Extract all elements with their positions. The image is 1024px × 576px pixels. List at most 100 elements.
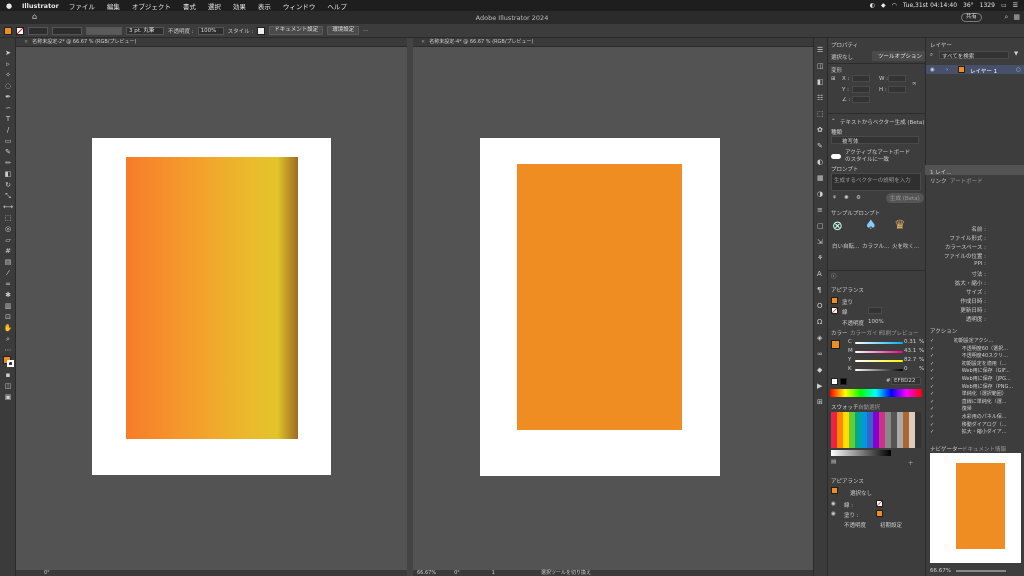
actions-icon[interactable]: ▶ [817,382,822,390]
screen-mode-icon[interactable]: ▣ [3,392,13,402]
auto-select-tab[interactable]: 自動選択 [858,403,880,411]
h-field[interactable] [888,86,906,93]
stroke-color-box[interactable] [7,360,14,367]
stroke-dropdown[interactable] [28,26,48,35]
layers-tab[interactable]: レイヤー [930,41,952,49]
edit-toolbar-icon[interactable]: ⋯ [3,345,13,355]
c-value[interactable]: 0.31 [904,339,916,345]
line-tool-icon[interactable]: / [3,125,13,135]
w-field[interactable] [888,75,906,82]
gray-swatches[interactable] [831,450,891,456]
opentype-icon[interactable]: O [817,302,823,310]
expand-icon[interactable]: › [946,67,948,73]
status-icon[interactable]: ◐ [870,2,875,9]
check-icon[interactable]: ✓ [930,414,936,420]
color-mode-icon[interactable]: ▪ [3,370,13,380]
zoom-field[interactable]: 66.67% [417,570,436,576]
sample-3-label[interactable]: 火を吹く... [892,242,919,250]
stroke-swatch[interactable] [16,26,24,35]
layers-search-input[interactable]: すべてを検索 [939,51,1009,60]
action-item[interactable]: ✓ 拡大・縮小ダイア... [930,428,1007,435]
bicycle-icon[interactable]: ⊗ [832,219,843,234]
x-field[interactable] [852,75,870,82]
paintbrush-icon[interactable]: ✎ [3,147,13,157]
settings-icon[interactable]: ⚙ [856,195,861,201]
action-item[interactable]: ✓ 初期設定アクシ... [930,337,993,344]
menu-object[interactable]: オブジェクト [132,1,171,11]
actions-tab[interactable]: アクション [930,327,957,335]
opacity-field[interactable]: 100% [197,26,224,35]
action-item[interactable]: ✓ 初期設定を適用（... [930,360,1007,367]
menu-select[interactable]: 選択 [208,1,221,11]
character-icon[interactable]: A [817,270,822,278]
hex-field[interactable]: EF8D22 [891,377,921,385]
rotate-icon[interactable]: ↻ [3,180,13,190]
stroke-swatch-props[interactable] [831,307,838,314]
perspective-icon[interactable]: ▱ [3,235,13,245]
pen-tool-icon[interactable]: ✒ [3,92,13,102]
kind-dropdown[interactable]: 被写体 [831,136,919,145]
color-tab[interactable]: カラー [831,329,848,337]
match-style-toggle[interactable] [831,154,841,159]
blend-icon[interactable]: ∞ [3,279,13,289]
navigator-zoom-slider[interactable] [956,570,1006,572]
artboards-icon[interactable]: ▢ [817,222,824,230]
action-item[interactable]: ✓ Web用に保存（GIF... [930,367,1010,374]
action-item[interactable]: ✓ 不透明度40スクリ... [930,352,1008,359]
search-icon[interactable]: ⌕ [1004,13,1008,22]
properties-tab[interactable]: プロパティ [831,41,858,49]
color-guide-icon[interactable]: ◈ [817,334,822,342]
left-angle[interactable]: 0° [44,570,50,576]
appearance-opacity-value[interactable]: 初期設定 [880,521,902,529]
hand-tool-icon[interactable]: ✋ [3,323,13,333]
color-guide-tab[interactable]: カラーガイド [850,329,883,337]
eraser-icon[interactable]: ◧ [3,169,13,179]
glyphs-icon[interactable]: Ω [817,318,822,326]
black-chip[interactable] [840,378,847,385]
wifi-icon[interactable]: ◠ [892,2,897,9]
action-item[interactable]: ✓ 直線に単純化（選... [930,398,1007,405]
stroke-panel-icon[interactable]: ≡ [817,206,823,214]
k-value[interactable]: 0 [904,366,908,372]
action-item[interactable]: ✓ 移動ダイアログ（... [930,421,1007,428]
assets-icon[interactable]: ⇲ [817,238,823,246]
gradient-panel-icon[interactable]: ▦ [817,174,824,182]
links-tab[interactable]: リンク [930,177,947,185]
rectangle-tool-icon[interactable]: ▭ [3,136,13,146]
mesh-icon[interactable]: # [3,246,13,256]
control-center-icon[interactable]: ☰ [1013,2,1018,9]
brush-dropdown[interactable]: 3 pt. 丸筆 [126,26,164,35]
direct-selection-icon[interactable]: ▹ [3,59,13,69]
dropbox-icon[interactable]: ◆ [881,2,886,9]
graphic-styles-icon[interactable]: ◐ [817,158,823,166]
variable-width-dropdown[interactable] [86,26,122,35]
fill-swatch-props[interactable] [831,297,838,304]
graph-tool-icon[interactable]: ▥ [3,301,13,311]
preferences-button[interactable]: 環境設定 [327,26,360,35]
y-value[interactable]: 82.7 [904,357,916,363]
artboards-tab[interactable]: アートボード [950,177,983,185]
check-icon[interactable]: ✓ [930,361,936,367]
chevron-down-icon[interactable]: ⌄ [831,116,836,122]
swatch-grid[interactable] [831,412,921,448]
width-tool-icon[interactable]: ⟷ [3,202,13,212]
libraries-icon[interactable]: ◫ [817,62,824,70]
navigator-icon[interactable]: ⊞ [817,398,823,406]
sample-2-label[interactable]: カラフル... [862,242,889,250]
transform-icon[interactable]: ⬚ [817,110,824,118]
share-button[interactable]: 共有 [960,13,982,22]
m-value[interactable]: 43.1 [904,348,916,354]
image-trace-icon[interactable]: ⚘ [817,254,823,262]
color-spectrum[interactable] [830,389,922,397]
constrain-icon[interactable]: ∞ [912,81,917,87]
prompt-input[interactable]: 生成するベクターの説明を入力 [831,173,921,191]
type-tool-icon[interactable]: T [3,114,13,124]
right-angle[interactable]: 0° [454,570,460,576]
filter-icon[interactable]: ▼ [1014,51,1018,57]
paragraph-icon[interactable]: ¶ [817,286,821,294]
check-icon[interactable]: ✓ [930,376,936,382]
navigator-tab[interactable]: ナビゲーター [930,445,963,453]
eye-icon[interactable]: ◉ [831,511,836,517]
transparency-icon[interactable]: ◑ [817,190,823,198]
tool-options-button[interactable]: ツールオプション [872,51,929,61]
